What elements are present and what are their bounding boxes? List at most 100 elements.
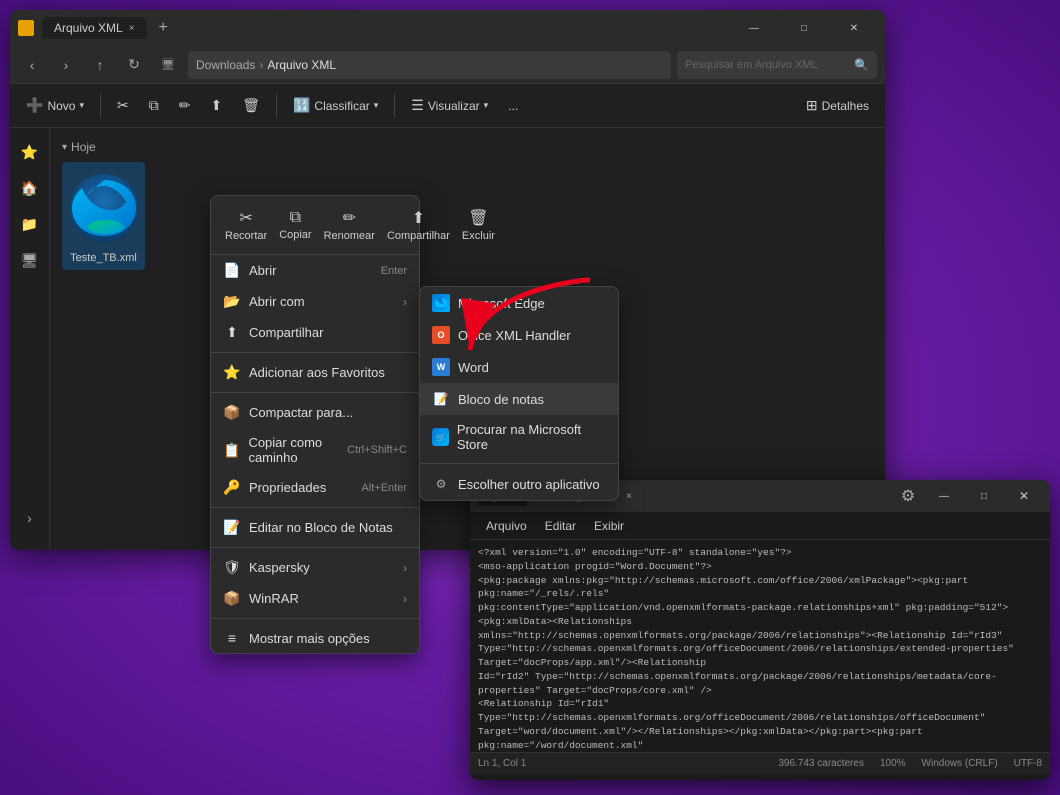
ctx-delete-button[interactable]: 🗑 Excluir bbox=[456, 204, 501, 246]
up-button[interactable]: ↑ bbox=[86, 51, 114, 79]
ctx-open-item[interactable]: 📄 Abrir Enter bbox=[211, 255, 419, 286]
folder-icon bbox=[18, 20, 34, 36]
ctx-share-button[interactable]: ⬆ Compartilhar bbox=[381, 204, 456, 246]
ctx-open-icon: 📄 bbox=[223, 262, 241, 279]
sidebar: ⭐ 🏠 📁 🖥 › bbox=[10, 128, 50, 550]
sidebar-item-home[interactable]: 🏠 bbox=[14, 172, 46, 204]
notepad-menu-editar[interactable]: Editar bbox=[537, 515, 584, 537]
ctx-delete-label: Excluir bbox=[462, 230, 495, 242]
ctx-compress-item[interactable]: 📦 Compactar para... bbox=[211, 397, 419, 428]
ctx-kaspersky-item[interactable]: 🛡 Kaspersky › bbox=[211, 552, 419, 583]
delete-button[interactable]: 🗑 bbox=[234, 93, 268, 118]
title-bar: Arquivo XML × + — □ ✕ bbox=[10, 10, 885, 46]
ctx-favorites-item[interactable]: ⭐ Adicionar aos Favoritos bbox=[211, 357, 419, 388]
forward-button[interactable]: › bbox=[52, 51, 80, 79]
ctx-rename-label: Renomear bbox=[324, 230, 375, 242]
ctx-share-icon: ⬆ bbox=[412, 208, 425, 228]
new-chevron: ▾ bbox=[79, 100, 84, 111]
ctx-compress-icon: 📦 bbox=[223, 404, 241, 421]
minimize-button[interactable]: — bbox=[731, 10, 777, 46]
section-label: Hoje bbox=[71, 140, 96, 154]
ctx-share-label: Compartilhar bbox=[387, 230, 450, 242]
search-placeholder: Pesquisar em Arquivo XML bbox=[685, 59, 818, 71]
back-button[interactable]: ‹ bbox=[18, 51, 46, 79]
notepad-text: <?xml version="1.0" encoding="UTF-8" sta… bbox=[478, 546, 1042, 752]
sidebar-item-star[interactable]: ⭐ bbox=[14, 136, 46, 168]
ctx-copy-path-item[interactable]: 📋 Copiar como caminho Ctrl+Shift+C bbox=[211, 428, 419, 472]
title-tab: Arquivo XML × bbox=[42, 17, 147, 39]
notepad-menu-arquivo[interactable]: Arquivo bbox=[478, 515, 535, 537]
context-toolbar: ✂ Recortar ⧉ Copiar ✏ Renomear ⬆ Compart… bbox=[211, 196, 419, 255]
maximize-button[interactable]: □ bbox=[781, 10, 827, 46]
refresh-button[interactable]: ↻ bbox=[120, 51, 148, 79]
submenu-word[interactable]: W Word bbox=[420, 351, 618, 383]
ctx-winrar-icon: 📦 bbox=[223, 590, 241, 607]
close-tab-button[interactable]: × bbox=[129, 23, 135, 34]
ctx-open-with-label: Abrir com bbox=[249, 294, 305, 309]
ctx-copy-button[interactable]: ⧉ Copiar bbox=[273, 205, 317, 245]
view-button[interactable]: ☰ Visualizar ▾ bbox=[403, 93, 496, 118]
notepad-status-encoding: UTF-8 bbox=[1014, 758, 1042, 769]
cut-button[interactable]: ✂ bbox=[109, 93, 137, 118]
edge-logo-icon bbox=[68, 172, 140, 244]
ctx-winrar-item[interactable]: 📦 WinRAR › bbox=[211, 583, 419, 614]
copy-button[interactable]: ⧉ bbox=[141, 93, 167, 118]
ctx-share2-label: Compartilhar bbox=[249, 325, 323, 340]
notepad-close-button[interactable]: ✕ bbox=[1006, 482, 1042, 510]
toolbar-separator3 bbox=[394, 94, 395, 118]
new-button[interactable]: ➕ Novo ▾ bbox=[18, 93, 92, 118]
ctx-edit-notepad-label: Editar no Bloco de Notas bbox=[249, 520, 393, 535]
ctx-more-options-item[interactable]: ≡ Mostrar mais opções bbox=[211, 623, 419, 653]
notepad-tab2-close[interactable]: × bbox=[626, 491, 632, 502]
ctx-more-options-label: Mostrar mais opções bbox=[249, 631, 370, 646]
notepad-gear-button[interactable]: ⚙ bbox=[894, 482, 922, 510]
ctx-cut-button[interactable]: ✂ Recortar bbox=[219, 204, 273, 246]
office-label: Office XML Handler bbox=[458, 328, 571, 343]
ctx-share-item[interactable]: ⬆ Compartilhar bbox=[211, 317, 419, 348]
submenu-store[interactable]: 🛒 Procurar na Microsoft Store bbox=[420, 415, 618, 459]
ctx-divider1 bbox=[211, 352, 419, 353]
notepad-minimize-button[interactable]: — bbox=[926, 482, 962, 510]
toolbar-separator2 bbox=[276, 94, 277, 118]
ctx-edit-notepad-item[interactable]: 📝 Editar no Bloco de Notas bbox=[211, 512, 419, 543]
close-button[interactable]: ✕ bbox=[831, 10, 877, 46]
more-button[interactable]: ... bbox=[500, 95, 526, 117]
more-icon: ... bbox=[508, 99, 518, 113]
ctx-more-options-icon: ≡ bbox=[223, 630, 241, 646]
submenu-edge[interactable]: Microsoft Edge bbox=[420, 287, 618, 319]
file-item[interactable]: Teste_TB.xml bbox=[62, 162, 145, 270]
submenu-office[interactable]: O Office XML Handler bbox=[420, 319, 618, 351]
search-bar[interactable]: Pesquisar em Arquivo XML 🔍 bbox=[677, 51, 877, 79]
classify-button[interactable]: 🔢 Classificar ▾ bbox=[285, 93, 386, 118]
ctx-edit-notepad-icon: 📝 bbox=[223, 519, 241, 536]
ctx-delete-icon: 🗑 bbox=[468, 208, 488, 228]
notepad-maximize-button[interactable]: □ bbox=[966, 482, 1002, 510]
store-label: Procurar na Microsoft Store bbox=[457, 422, 606, 452]
notepad-controls: ⚙ — □ ✕ bbox=[894, 482, 1042, 510]
chevron-icon: ▾ bbox=[62, 142, 67, 153]
notepad-menu-exibir[interactable]: Exibir bbox=[586, 515, 632, 537]
ctx-open-with-item[interactable]: 📂 Abrir com › Microsoft Edge O Office XM… bbox=[211, 286, 419, 317]
submenu-choose[interactable]: ⚙ Escolher outro aplicativo bbox=[420, 468, 618, 500]
details-icon: ⊞ bbox=[806, 97, 818, 114]
classify-icon: 🔢 bbox=[293, 97, 310, 114]
new-tab-button[interactable]: + bbox=[159, 19, 168, 37]
sidebar-item-folders[interactable]: 📁 bbox=[14, 208, 46, 240]
notepad-content-area[interactable]: <?xml version="1.0" encoding="UTF-8" sta… bbox=[470, 540, 1050, 752]
new-label: Novo bbox=[47, 99, 75, 113]
office-icon: O bbox=[432, 326, 450, 344]
submenu-notepad[interactable]: 📝 Bloco de notas bbox=[420, 383, 618, 415]
ctx-copy-path-label: Copiar como caminho bbox=[248, 435, 339, 465]
sidebar-item-pc[interactable]: 🖥 bbox=[14, 244, 46, 276]
details-button[interactable]: ⊞ Detalhes bbox=[798, 93, 877, 118]
ctx-open-shortcut: Enter bbox=[381, 265, 407, 277]
path-bar[interactable]: Downloads › Arquivo XML bbox=[188, 51, 671, 79]
rename-button[interactable]: ✏ bbox=[171, 93, 199, 118]
share-button[interactable]: ⬆ bbox=[202, 93, 230, 118]
ctx-open-with-icon: 📂 bbox=[223, 293, 241, 310]
ctx-properties-item[interactable]: 🔑 Propriedades Alt+Enter bbox=[211, 472, 419, 503]
sidebar-item-expand[interactable]: › bbox=[14, 502, 46, 534]
ctx-rename-button[interactable]: ✏ Renomear bbox=[318, 204, 381, 246]
toolbar: ➕ Novo ▾ ✂ ⧉ ✏ ⬆ 🗑 🔢 Classificar ▾ ☰ Vis… bbox=[10, 84, 885, 128]
store-icon: 🛒 bbox=[432, 428, 449, 446]
